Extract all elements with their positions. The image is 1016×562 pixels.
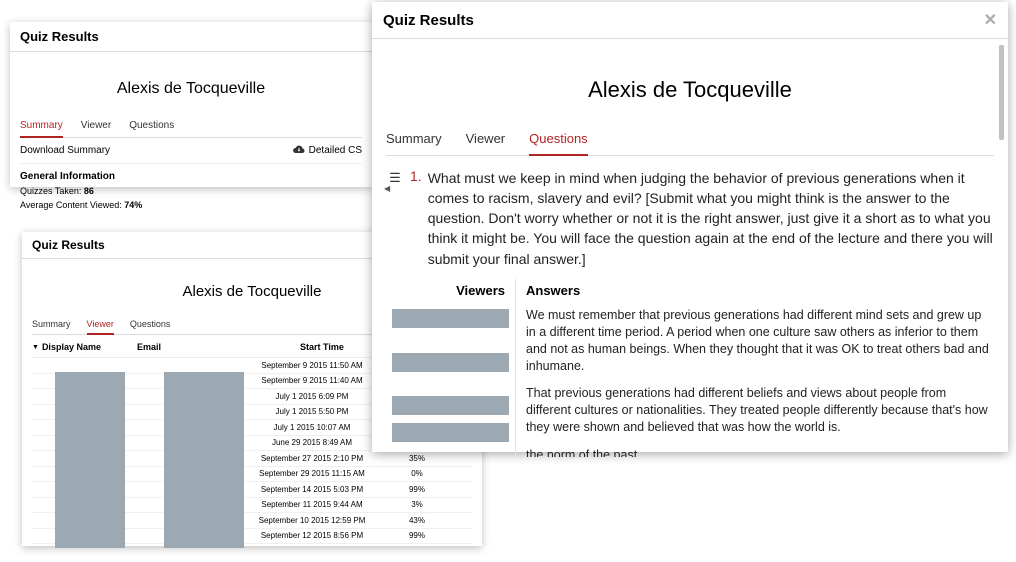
- quiz-title: Alexis de Tocqueville: [386, 45, 994, 125]
- start-time-cell: September 29 2015 11:15 AM: [252, 469, 372, 478]
- card3-header: Quiz Results ✕: [372, 2, 1008, 39]
- watched-cell: 99%: [372, 531, 462, 540]
- summary-card: Quiz Results Alexis de Tocqueville Summa…: [10, 22, 372, 187]
- tab-viewer[interactable]: Viewer: [87, 316, 114, 335]
- viewer-redacted: [392, 309, 509, 328]
- scrollbar[interactable]: [999, 45, 1004, 140]
- start-time-cell: July 1 2015 5:50 PM: [252, 407, 372, 416]
- sort-arrow-icon[interactable]: ▼: [32, 344, 39, 351]
- download-summary-link[interactable]: Download Summary: [20, 145, 110, 156]
- start-time-cell: June 29 2015 8:49 AM: [252, 438, 372, 447]
- col-email[interactable]: Email: [137, 342, 262, 352]
- detailed-csv-link[interactable]: Detailed CS: [309, 145, 362, 156]
- start-time-cell: September 12 2015 8:56 PM: [252, 531, 372, 540]
- redacted-email-block: [164, 372, 244, 548]
- start-time-cell: September 27 2015 2:10 PM: [252, 454, 372, 463]
- card1-header: Quiz Results: [10, 22, 372, 52]
- question-text: What must we keep in mind when judging t…: [428, 168, 994, 269]
- answers-table: Viewers Answers We must remember that pr…: [386, 279, 994, 457]
- answer-text: the norm of the past: [526, 444, 994, 457]
- tab-questions[interactable]: Questions: [129, 116, 174, 137]
- collapse-left-icon[interactable]: ◀: [384, 184, 390, 193]
- start-time-cell: September 14 2015 5:03 PM: [252, 485, 372, 494]
- tab-summary[interactable]: Summary: [32, 316, 71, 334]
- quizzes-taken: Quizzes Taken: 86: [20, 185, 362, 199]
- tab-summary[interactable]: Summary: [20, 116, 63, 138]
- start-time-cell: July 1 2015 6:09 PM: [252, 392, 372, 401]
- viewer-redacted: [392, 353, 509, 372]
- tab-viewer[interactable]: Viewer: [81, 116, 111, 137]
- col-display-name[interactable]: Display Name: [42, 342, 137, 352]
- viewer-redacted: [392, 423, 509, 442]
- redacted-name-block: [55, 372, 125, 548]
- start-time-cell: September 10 2015 12:59 PM: [252, 516, 372, 525]
- close-icon[interactable]: ✕: [984, 10, 997, 30]
- col-answers: Answers: [526, 279, 994, 304]
- question-block: ◀ ☰ 1. What must we keep in mind when ju…: [386, 156, 994, 279]
- tab-questions[interactable]: Questions: [130, 316, 171, 334]
- viewer-redacted: [392, 396, 509, 415]
- start-time-cell: September 9 2015 11:40 AM: [252, 376, 372, 385]
- answer-text: That previous generations had different …: [526, 382, 994, 444]
- watched-cell: 0%: [372, 469, 462, 478]
- watched-cell: 43%: [372, 516, 462, 525]
- avg-content-viewed: Average Content Viewed: 74%: [20, 199, 362, 213]
- quiz-title: Alexis de Tocqueville: [20, 58, 362, 116]
- watched-cell: 99%: [372, 485, 462, 494]
- start-time-cell: July 1 2015 10:07 AM: [252, 423, 372, 432]
- cloud-download-icon[interactable]: [293, 145, 305, 156]
- start-time-cell: September 9 2015 11:50 AM: [252, 361, 372, 370]
- general-info-heading: General Information: [20, 164, 362, 185]
- answer-text: We must remember that previous generatio…: [526, 304, 994, 383]
- watched-cell: 3%: [372, 500, 462, 509]
- questions-card: Quiz Results ✕ Alexis de Tocqueville Sum…: [372, 2, 1008, 452]
- tab-questions[interactable]: Questions: [529, 125, 588, 156]
- col-viewers: Viewers: [386, 279, 515, 304]
- card1-tabs: Summary Viewer Questions: [20, 116, 362, 138]
- tab-viewer[interactable]: Viewer: [466, 125, 506, 155]
- tab-summary[interactable]: Summary: [386, 125, 442, 155]
- col-start-time[interactable]: Start Time: [262, 342, 382, 352]
- start-time-cell: September 11 2015 9:44 AM: [252, 500, 372, 509]
- question-number: 1.: [410, 168, 422, 184]
- card3-tabs: Summary Viewer Questions: [386, 125, 994, 156]
